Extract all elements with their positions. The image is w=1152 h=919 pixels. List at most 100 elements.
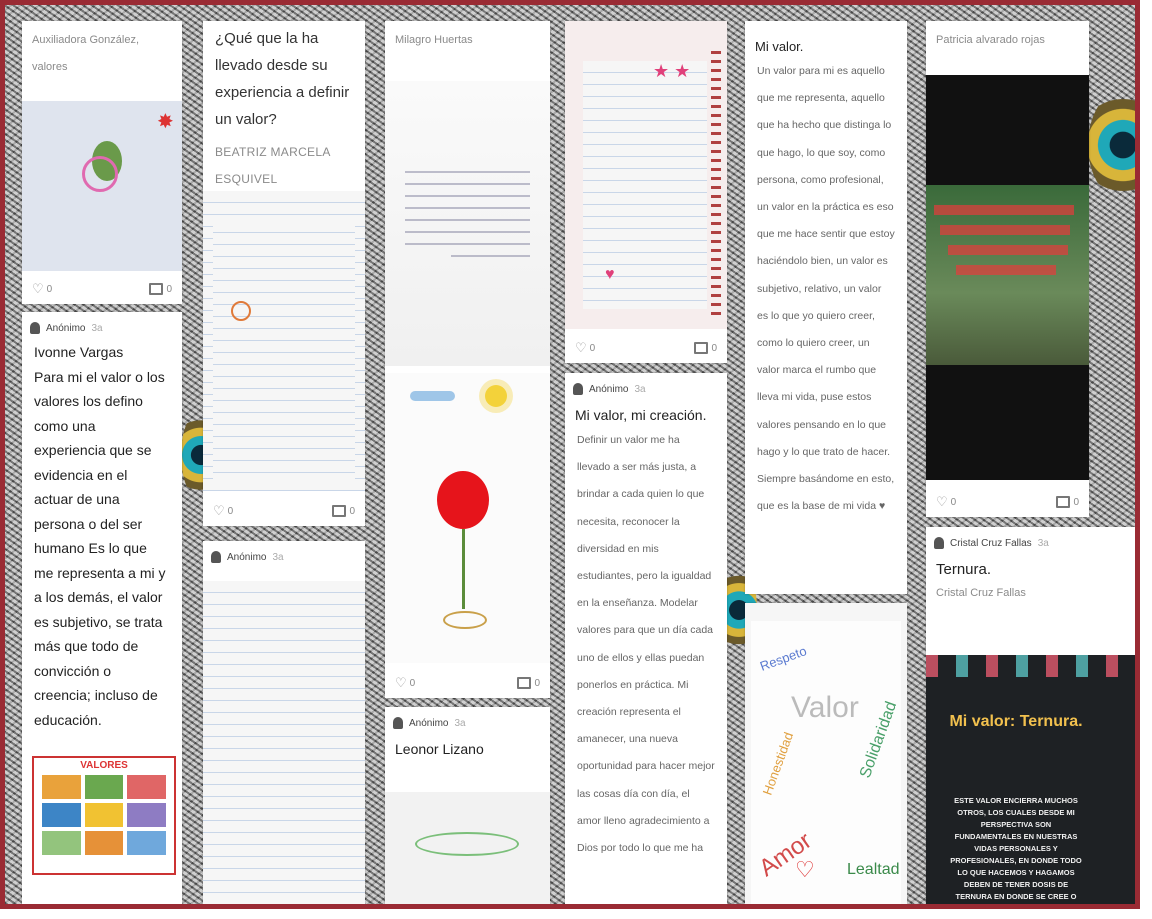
comment-button[interactable]: 0 xyxy=(1056,496,1079,508)
post-time: 3a xyxy=(634,383,646,395)
post-image[interactable] xyxy=(385,792,550,904)
comment-icon xyxy=(517,677,532,689)
like-button[interactable]: ♡ 0 xyxy=(395,675,415,691)
post-author-row: Anónimo 3a xyxy=(22,312,182,338)
pot-drawing xyxy=(443,611,487,629)
like-button[interactable]: ♡ 0 xyxy=(213,503,233,519)
post-image[interactable]: ★ ★ ♥ xyxy=(565,21,727,329)
post-time: 3a xyxy=(454,717,466,729)
comment-icon xyxy=(1056,496,1071,508)
post-image[interactable]: ✸ xyxy=(22,101,182,271)
post-author: Auxiliadora González, xyxy=(32,34,140,46)
post-image[interactable] xyxy=(203,191,365,491)
post-time: 3a xyxy=(1037,537,1049,549)
comment-button[interactable]: 0 xyxy=(517,677,540,689)
avatar xyxy=(30,322,40,334)
poster-text: ESTE VALOR ENCIERRA MUCHOS OTROS, LOS CU… xyxy=(950,796,1082,901)
comment-icon xyxy=(694,342,709,354)
comment-icon xyxy=(149,283,164,295)
post-author-row: Cristal Cruz Fallas 3a xyxy=(926,527,1135,553)
post-card[interactable]: Valor Amor Solidaridad Lealtad Respeto H… xyxy=(745,603,907,904)
reaction-bar: ♡ 0 0 xyxy=(565,333,727,363)
post-body: Ivonne Vargas Para mi el valor o los val… xyxy=(34,344,166,728)
post-card[interactable]: Anónimo 3a xyxy=(203,541,365,904)
post-card[interactable]: Anónimo 3a Mi valor, mi creación. Defini… xyxy=(565,373,727,904)
word-art: Valor xyxy=(791,691,859,724)
post-card[interactable]: Patricia alvarado rojas ♡ 0 0 xyxy=(926,21,1089,517)
post-image[interactable]: Valor Amor Solidaridad Lealtad Respeto H… xyxy=(751,621,901,904)
post-author-row: Anónimo 3a xyxy=(565,373,727,399)
cloud-drawing xyxy=(410,391,455,401)
avatar xyxy=(393,717,403,729)
spiral-binding xyxy=(711,51,721,319)
post-title: Mi valor, mi creación. xyxy=(575,407,707,423)
post-image[interactable]: VALORES xyxy=(32,756,176,875)
post-image[interactable] xyxy=(385,373,550,663)
stem-drawing xyxy=(462,529,465,609)
notebook-page xyxy=(583,61,707,309)
heart-icon: ♡ xyxy=(936,494,948,509)
word-art: Honestidad xyxy=(759,730,797,797)
heart-drawing: ♥ xyxy=(605,266,615,283)
post-body: Definir un valor me ha llevado a ser más… xyxy=(577,434,715,855)
post-subtitle: valores xyxy=(32,61,68,73)
post-card[interactable]: Anónimo 3a Leonor Lizano xyxy=(385,707,550,904)
stars-drawing: ★ ★ xyxy=(653,61,691,81)
post-author: Cristal Cruz Fallas xyxy=(950,537,1032,549)
post-time: 3a xyxy=(272,551,284,563)
image-caption: VALORES xyxy=(80,760,128,771)
post-image[interactable] xyxy=(926,75,1089,480)
star-drawing: ✸ xyxy=(157,111,174,133)
post-card[interactable]: Auxiliadora González, valores ✸ ♡ 0 0 xyxy=(22,21,182,304)
comment-button[interactable]: 0 xyxy=(694,342,717,354)
post-card[interactable]: Anónimo 3a Ivonne Vargas Para mi el valo… xyxy=(22,312,182,904)
comment-button[interactable]: 0 xyxy=(149,283,172,295)
flower-border xyxy=(926,655,1135,677)
image-grid xyxy=(34,771,174,859)
post-card[interactable]: ¿Qué que la ha llevado desde su experien… xyxy=(203,21,365,526)
word-art: Respeto xyxy=(757,643,809,674)
post-author: Anónimo xyxy=(409,717,449,729)
like-button[interactable]: ♡ 0 xyxy=(575,340,595,356)
post-time: 3a xyxy=(91,322,103,334)
post-title: Ternura. xyxy=(936,561,992,578)
post-author: Anónimo xyxy=(46,322,86,334)
post-image[interactable] xyxy=(203,581,365,904)
post-author: Milagro Huertas xyxy=(395,34,473,46)
post-card[interactable]: ★ ★ ♥ ♡ 0 0 xyxy=(565,21,727,363)
flower-drawing xyxy=(82,156,118,192)
post-author-row: Anónimo 3a xyxy=(203,541,365,567)
post-title: Leonor Lizano xyxy=(395,741,484,757)
padlet-collage: Auxiliadora González, valores ✸ ♡ 0 0 Anó… xyxy=(0,0,1140,909)
comment-button[interactable]: 0 xyxy=(332,505,355,517)
reaction-bar: ♡ 0 0 xyxy=(926,487,1089,517)
post-meta: Auxiliadora González, valores xyxy=(22,21,182,81)
post-card[interactable]: Mi valor. Un valor para mi es aquello qu… xyxy=(745,21,907,594)
post-body: Un valor para mi es aquello que me repre… xyxy=(757,65,895,513)
poster-title: Mi valor: Ternura. xyxy=(949,713,1083,730)
post-author: Patricia alvarado rojas xyxy=(936,34,1045,46)
post-subtitle: Cristal Cruz Fallas xyxy=(936,587,1026,599)
heart-icon: ♡ xyxy=(213,503,225,518)
peacock-feather-eye xyxy=(1088,90,1135,200)
comment-icon xyxy=(332,505,347,517)
word-art: Lealtad xyxy=(847,861,900,878)
sun-drawing xyxy=(485,385,507,407)
like-button[interactable]: ♡ 0 xyxy=(32,281,52,297)
heart-drawing: ♡ xyxy=(795,857,815,882)
heart-icon: ♡ xyxy=(32,281,44,296)
heart-icon: ♡ xyxy=(395,675,407,690)
word-art: Solidaridad xyxy=(856,699,901,781)
drawing xyxy=(415,832,519,856)
post-card[interactable]: Milagro Huertas ♡ 0 0 xyxy=(385,21,550,698)
post-card[interactable]: Cristal Cruz Fallas 3a Ternura. Cristal … xyxy=(926,527,1135,904)
reaction-bar: ♡ 0 0 xyxy=(203,496,365,526)
post-image[interactable] xyxy=(385,81,550,366)
post-author: Anónimo xyxy=(227,551,267,563)
avatar xyxy=(211,551,221,563)
reaction-bar: ♡ 0 0 xyxy=(385,668,550,698)
post-image[interactable]: Mi valor: Ternura. ESTE VALOR ENCIERRA M… xyxy=(926,655,1135,904)
like-button[interactable]: ♡ 0 xyxy=(936,494,956,510)
photo-landscape xyxy=(926,185,1089,365)
post-author: Anónimo xyxy=(589,383,629,395)
